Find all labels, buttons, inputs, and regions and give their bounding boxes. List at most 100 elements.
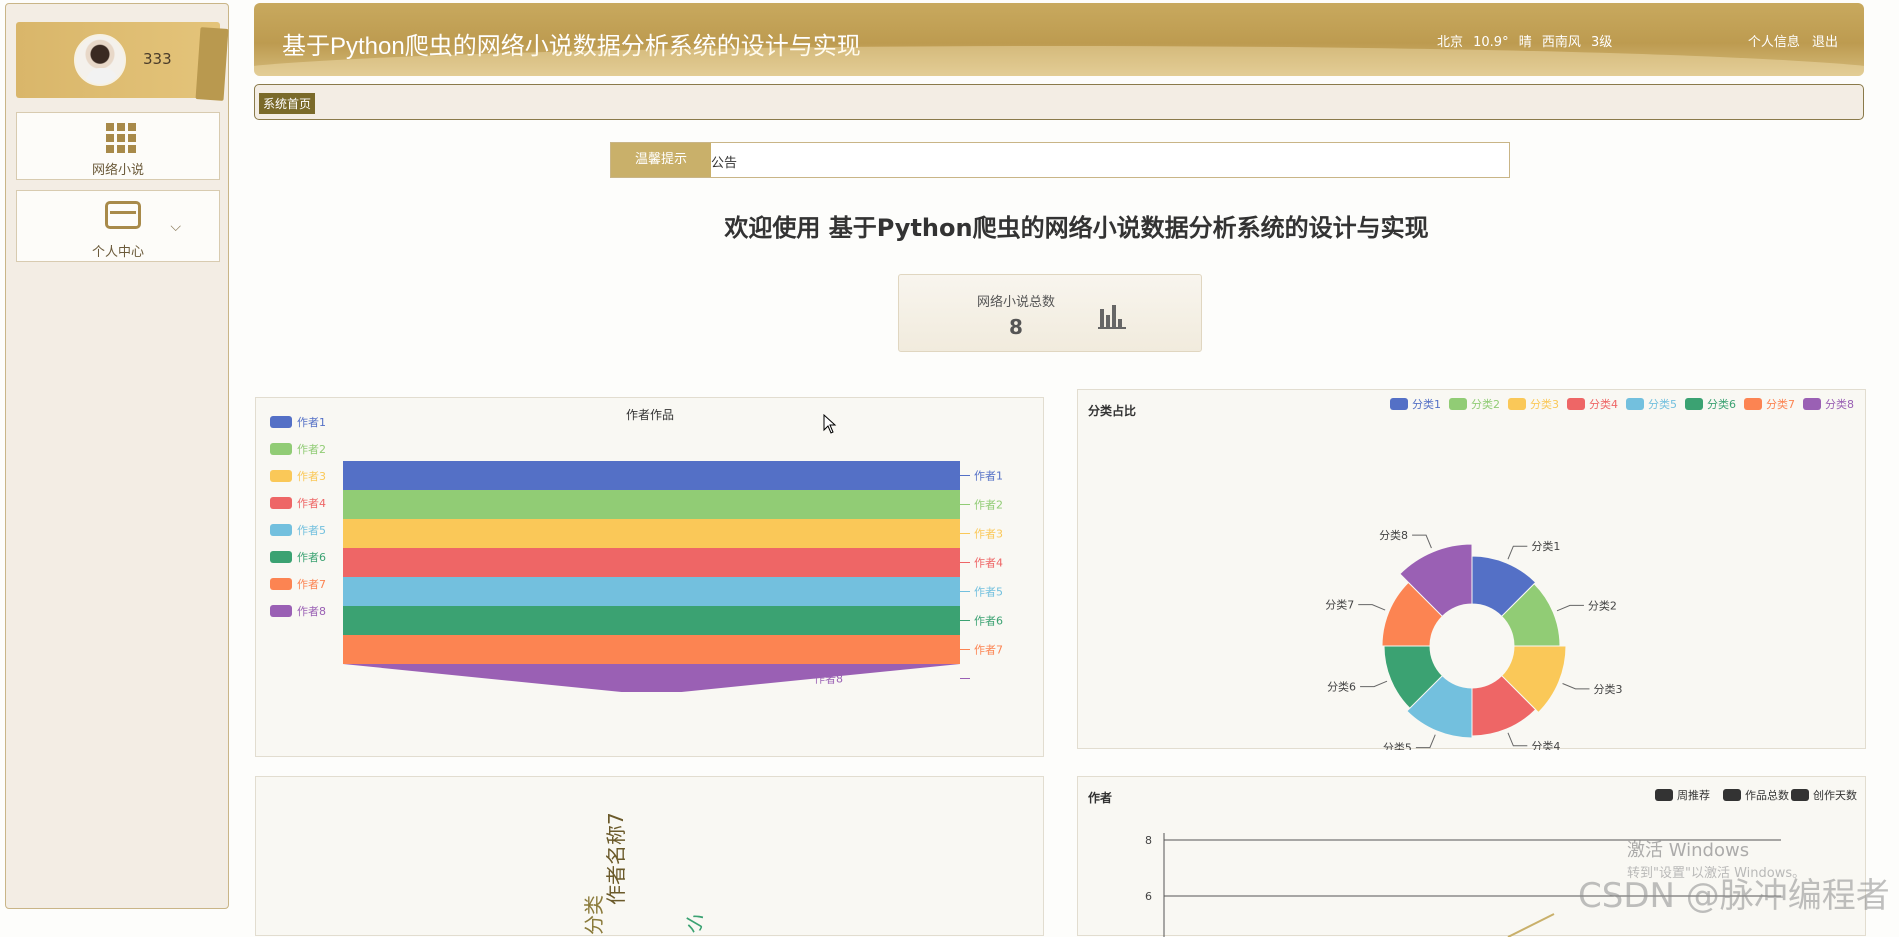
legend-swatch — [1390, 398, 1408, 410]
sidebar-item-novels[interactable]: 网络小说 — [16, 112, 220, 180]
word-item: 小 — [680, 908, 711, 937]
legend-label: 作者2 — [297, 443, 326, 456]
legend-label: 周推荐 — [1677, 788, 1710, 802]
legend-swatch — [270, 524, 292, 536]
sidebar-item-label: 网络小说 — [91, 163, 144, 178]
legend-swatch — [270, 470, 292, 482]
funnel-label: 作者8 — [814, 673, 843, 686]
slice-label: 分类5 — [1383, 741, 1412, 750]
funnel-label: 作者4 — [974, 557, 1003, 570]
legend-swatch — [270, 416, 292, 428]
slice-label: 分类3 — [1593, 682, 1622, 696]
stat-card: 网络小说总数 8 — [898, 274, 1202, 352]
funnel-chart: 作者1 作者1 作者2 作者2 作者3 作者3 作者4 作者4 作者5 作者5 作者6 作者6 作者7 作… — [270, 416, 1003, 692]
legend-swatch — [270, 605, 292, 617]
legend-label: 分类5 — [1648, 397, 1677, 411]
funnel-label: 作者7 — [974, 644, 1003, 657]
logout-link[interactable]: 退出 — [1812, 35, 1838, 50]
legend-label: 作者3 — [297, 470, 326, 483]
profile-link[interactable]: 个人信息 — [1748, 35, 1800, 50]
user-card-flag — [195, 27, 229, 101]
legend-label: 作者5 — [297, 524, 326, 537]
label-line — [1507, 732, 1528, 747]
legend-swatch — [1626, 398, 1644, 410]
label-line — [1360, 680, 1388, 688]
legend-label: 作者8 — [297, 605, 326, 618]
stat-label: 网络小说总数 — [977, 295, 1056, 310]
author-works-panel: 作者作品 作者1 作者1 作者2 作者2 作者3 作者3 作者4 作者4 作者5 作者5 作者6 作者… — [255, 397, 1044, 757]
legend-swatch — [270, 578, 292, 590]
funnel-label: 作者6 — [974, 615, 1003, 628]
user-card[interactable]: 333 — [16, 22, 229, 101]
wordcloud-panel: 作者名称7 分类 小 — [255, 776, 1044, 937]
y-tick-label: 6 — [1145, 890, 1152, 903]
app-title: 基于Python爬虫的网络小说数据分析系统的设计与实现 — [282, 33, 861, 60]
legend-swatch — [1567, 398, 1585, 410]
legend-swatch — [1803, 398, 1821, 410]
funnel-label: 作者3 — [974, 528, 1003, 541]
slice-label: 分类6 — [1327, 680, 1356, 694]
legend-label: 作者1 — [297, 416, 326, 429]
legend-label: 作者6 — [297, 551, 326, 564]
funnel-label: 作者2 — [974, 499, 1003, 512]
weather-info: 北京 10.9° 晴 西南风 3级 — [1437, 35, 1613, 50]
y-tick-label: 8 — [1145, 834, 1152, 847]
sidebar-item-label: 个人中心 — [91, 245, 144, 260]
legend-swatch — [1449, 398, 1467, 410]
legend-label: 创作天数 — [1813, 789, 1857, 802]
welcome-title: 欢迎使用 基于Python爬虫的网络小说数据分析系统的设计与实现 — [724, 214, 1429, 242]
word-item: 分类 — [582, 895, 606, 935]
label-line — [1556, 604, 1584, 612]
legend-swatch — [1744, 398, 1762, 410]
windows-activation-watermark: 激活 Windows — [1627, 840, 1750, 861]
username: 333 — [143, 50, 172, 68]
slice-label: 分类4 — [1531, 739, 1560, 750]
legend-label: 分类7 — [1766, 397, 1795, 411]
breadcrumb: 系统首页 — [254, 84, 1864, 120]
mouse-cursor-icon — [823, 414, 837, 434]
label-line — [1562, 683, 1590, 690]
legend-label: 分类6 — [1707, 397, 1736, 411]
header-links: 个人信息 退出 — [1740, 31, 1838, 50]
funnel-band — [343, 606, 960, 635]
notice-tag: 温馨提示 — [611, 143, 711, 177]
funnel-band — [343, 548, 960, 577]
avatar[interactable] — [74, 34, 126, 86]
breadcrumb-home[interactable]: 系统首页 — [259, 93, 316, 114]
word-item: 作者名称7 — [604, 812, 628, 905]
legend-swatch — [1508, 398, 1526, 410]
slice-label: 分类2 — [1588, 598, 1617, 612]
funnel-band — [343, 490, 960, 519]
funnel-band — [343, 635, 960, 664]
funnel-band — [343, 577, 960, 606]
legend-swatch — [1791, 789, 1809, 801]
legend-label: 分类4 — [1589, 397, 1618, 411]
legend-label: 作者7 — [297, 578, 326, 591]
csdn-watermark: CSDN @脉冲编程者 — [1578, 876, 1890, 916]
legend-swatch — [1655, 789, 1673, 801]
category-share-panel: 分类占比 分类1 分类2 分类3 分类4 分类5 分类6 分类7 分类8 分类1 分类2 分类3 分类… — [1077, 389, 1866, 750]
wordcloud-chart: 作者名称7 分类 小 — [582, 812, 711, 937]
label-line — [1412, 534, 1432, 549]
notice-bar: 温馨提示 公告 — [610, 142, 1510, 178]
stat-value: 8 — [1009, 315, 1023, 339]
bar-chart-icon — [1098, 305, 1126, 329]
pie-chart: 分类1 分类2 分类3 分类4 分类5 分类6 分类7 分类8 分类1 分类2 分类3 分类4 分类5 分… — [1325, 397, 1854, 750]
funnel-band — [343, 664, 960, 692]
label-line — [1358, 604, 1386, 611]
legend-swatch — [270, 497, 292, 509]
legend-label: 分类8 — [1825, 397, 1854, 411]
funnel-band — [343, 519, 960, 548]
series-line — [1507, 913, 1555, 937]
notice-text[interactable]: 公告 — [711, 152, 737, 171]
grid-icon — [106, 123, 136, 153]
legend-label: 分类2 — [1471, 397, 1500, 411]
slice-label: 分类7 — [1325, 598, 1354, 612]
funnel-label: 作者1 — [974, 470, 1003, 483]
label-line — [1415, 734, 1436, 749]
legend-swatch — [270, 551, 292, 563]
legend-label: 作品总数 — [1745, 788, 1789, 802]
label-line — [1507, 545, 1528, 560]
legend-label: 分类3 — [1530, 397, 1559, 411]
slice-label: 分类1 — [1531, 539, 1560, 553]
